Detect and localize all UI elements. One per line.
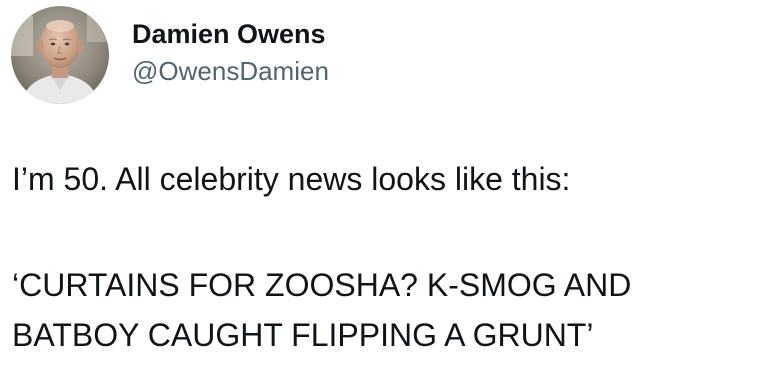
tweet-text-line: ‘CURTAINS FOR ZOOSHA? K-SMOG AND [12, 267, 632, 303]
tweet-header: Damien Owens @OwensDamien [11, 6, 329, 104]
tweet-text-line: BATBOY CAUGHT FLIPPING A GRUNT’ [12, 317, 594, 353]
author-identity: Damien Owens @OwensDamien [132, 17, 329, 88]
user-avatar[interactable] [11, 6, 109, 104]
author-handle[interactable]: @OwensDamien [132, 54, 329, 88]
author-display-name[interactable]: Damien Owens [132, 17, 329, 51]
tweet-text-line: I’m 50. All celebrity news looks like th… [12, 161, 571, 197]
avatar-photo-icon [11, 6, 109, 104]
tweet-card: Damien Owens @OwensDamien I’m 50. All ce… [0, 0, 767, 373]
